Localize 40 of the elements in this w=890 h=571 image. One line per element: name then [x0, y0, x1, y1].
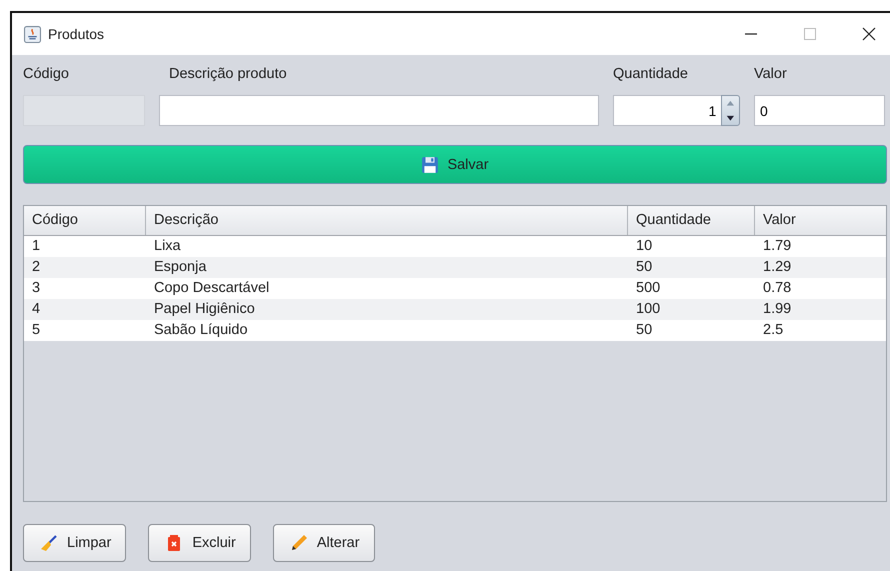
table-cell-text: 1.79 — [762, 237, 792, 256]
column-header[interactable]: Valor — [755, 206, 886, 235]
table-cell-text: 10 — [635, 237, 654, 256]
table-cell-text: 1.29 — [762, 258, 792, 277]
delete-button[interactable]: Excluir — [148, 524, 251, 562]
field-label: Quantidade — [613, 65, 689, 84]
column-header[interactable]: Descrição — [146, 206, 628, 235]
pencil-icon — [290, 534, 308, 552]
field-label: Descrição produto — [168, 65, 288, 84]
table-cell-text: 50 — [635, 321, 654, 340]
clear-button[interactable]: Limpar — [23, 524, 126, 562]
input-field[interactable]: 0 — [754, 95, 885, 126]
table-cell-text: 1 — [31, 237, 42, 256]
table-cell-text: 5 — [31, 321, 42, 340]
table-cell-text: Lixa — [153, 237, 182, 256]
window-title: Produtos — [48, 26, 104, 42]
broom-icon — [40, 534, 58, 552]
table-cell-text: 50 — [635, 258, 654, 277]
table-cell-text: 1.99 — [762, 300, 792, 319]
table-cell-text: Esponja — [153, 258, 208, 277]
column-header[interactable]: Quantidade — [628, 206, 755, 235]
input-field[interactable] — [159, 95, 599, 126]
table-cell-text: 4 — [31, 300, 42, 319]
table-cell-text: 500 — [635, 279, 662, 298]
save-button[interactable]: Salvar — [23, 145, 887, 184]
field-label: Valor — [754, 65, 788, 84]
table-cell-text: Sabão Líquido — [153, 321, 249, 340]
app-icon — [24, 26, 41, 42]
table-cell-text: 2 — [31, 258, 42, 277]
table-cell-text: Papel Higiênico — [153, 300, 256, 319]
table-cell-text: Copo Descartável — [153, 279, 270, 298]
column-header[interactable]: Código — [24, 206, 146, 235]
table-cell-text: 0.78 — [762, 279, 792, 298]
close-icon[interactable] — [862, 27, 876, 41]
quantity-spinner[interactable]: 1 — [613, 95, 722, 126]
table-cell-text: 2.5 — [762, 321, 784, 340]
edit-button[interactable]: Alterar — [272, 524, 375, 562]
table-cell-text: 100 — [635, 300, 662, 319]
field-label: Código — [23, 65, 70, 84]
table-cell-text: 3 — [31, 279, 42, 298]
